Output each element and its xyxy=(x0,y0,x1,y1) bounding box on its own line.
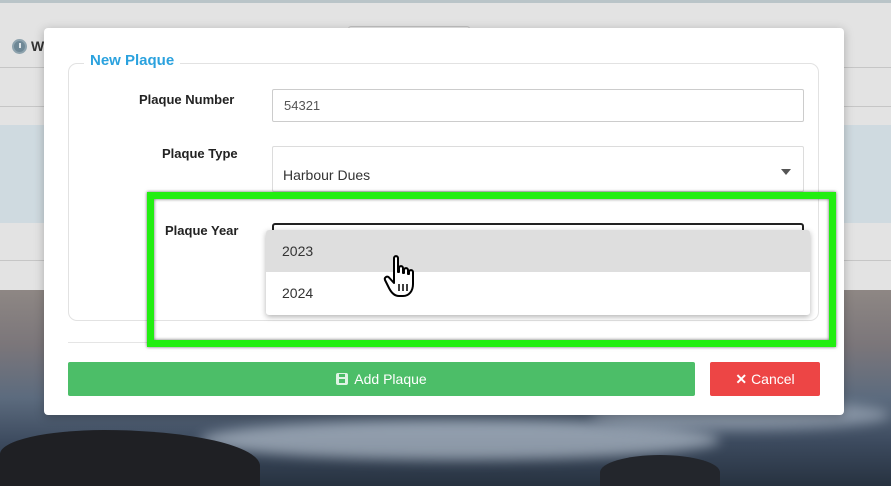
background-heading-fragment: W xyxy=(31,38,45,54)
fieldset-legend: New Plaque xyxy=(84,52,181,69)
add-plaque-label: Add Plaque xyxy=(354,371,427,387)
plaque-type-select[interactable]: Harbour Dues xyxy=(272,146,804,192)
plaque-year-label: Plaque Year xyxy=(165,223,239,238)
add-plaque-button[interactable]: Add Plaque xyxy=(68,362,695,396)
clock-icon xyxy=(12,39,27,54)
plaque-year-dropdown: 2023 2024 xyxy=(266,230,810,315)
new-plaque-modal: New Plaque Plaque Number 54321 Plaque Ty… xyxy=(44,28,844,415)
plaque-year-option-2023[interactable]: 2023 xyxy=(266,230,810,272)
background-rock xyxy=(600,455,720,486)
plaque-year-option-2024[interactable]: 2024 xyxy=(266,272,810,314)
cancel-button[interactable]: ✕ Cancel xyxy=(710,362,820,396)
plaque-type-label: Plaque Type xyxy=(162,146,238,161)
plaque-number-label: Plaque Number xyxy=(139,92,235,107)
plaque-type-value: Harbour Dues xyxy=(283,167,371,183)
save-icon xyxy=(336,373,349,385)
background-top-border xyxy=(0,0,891,3)
close-icon: ✕ xyxy=(735,371,748,387)
cancel-label: Cancel xyxy=(751,371,795,387)
form-divider xyxy=(68,342,819,343)
plaque-number-input[interactable]: 54321 xyxy=(272,89,804,122)
chevron-down-icon xyxy=(781,169,791,175)
